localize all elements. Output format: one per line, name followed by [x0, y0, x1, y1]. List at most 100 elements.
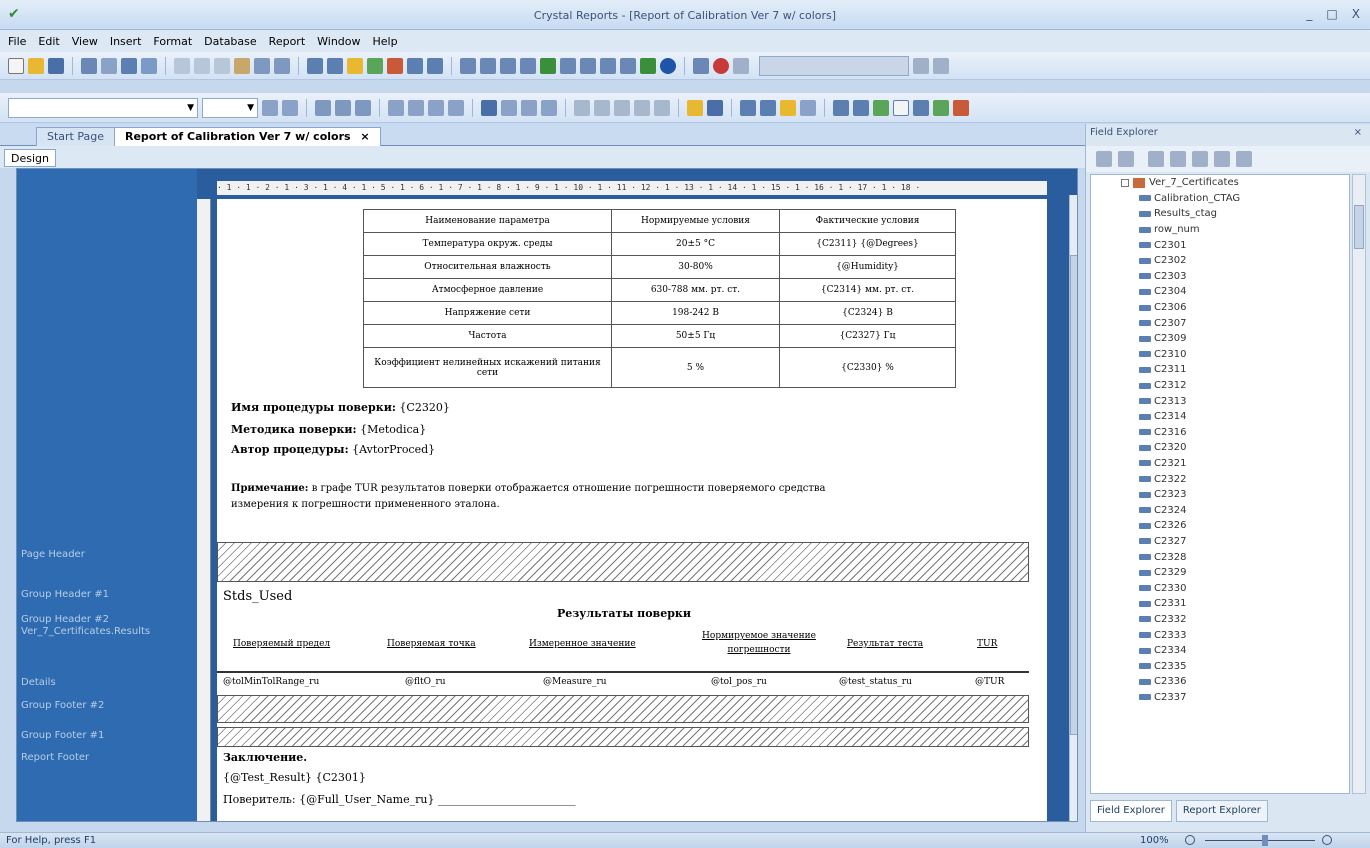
zoom-in-icon[interactable]: [1322, 835, 1332, 845]
field-item[interactable]: C2312: [1091, 378, 1349, 394]
save-icon[interactable]: [48, 57, 64, 74]
nav-prev-icon[interactable]: [733, 57, 749, 74]
page-header-suppressed[interactable]: [217, 542, 1029, 582]
conditions-table[interactable]: Наименование параметра Нормируемые услов…: [363, 209, 956, 388]
note-block[interactable]: Примечание: в графе TUR результатов пове…: [231, 481, 1031, 513]
author-field[interactable]: {AvtorProced}: [352, 443, 435, 456]
field-item[interactable]: C2335: [1091, 658, 1349, 674]
underline-icon[interactable]: [355, 99, 371, 116]
duplicate-icon[interactable]: [1192, 151, 1208, 167]
open-icon[interactable]: [28, 57, 44, 74]
field-item[interactable]: C2322: [1091, 471, 1349, 487]
detail-field[interactable]: @TUR: [975, 677, 1004, 687]
nav-last-icon[interactable]: [933, 57, 949, 74]
field-item[interactable]: C2336: [1091, 674, 1349, 690]
formula-icon[interactable]: [853, 99, 869, 116]
font-name-combo[interactable]: ▼: [8, 97, 198, 118]
new-icon[interactable]: [1148, 151, 1164, 167]
field-item[interactable]: C2333: [1091, 627, 1349, 643]
menu-view[interactable]: View: [72, 35, 98, 48]
report-vertical-scrollbar[interactable]: [1069, 195, 1077, 821]
field-item[interactable]: Results_ctag: [1091, 206, 1349, 222]
field-item[interactable]: C2334: [1091, 643, 1349, 659]
column-header[interactable]: Поверяемый предел: [233, 639, 330, 649]
field-item[interactable]: C2328: [1091, 549, 1349, 565]
section-label-group-footer-2[interactable]: Group Footer #2: [21, 700, 104, 711]
stds-used-field[interactable]: Stds_Used: [223, 589, 292, 604]
field-item[interactable]: C2304: [1091, 284, 1349, 300]
paste-icon[interactable]: [214, 57, 230, 74]
insert-group-icon[interactable]: [687, 99, 703, 116]
decimal-add-icon[interactable]: [634, 99, 650, 116]
edit-icon[interactable]: [1170, 151, 1186, 167]
section-label-group-header-2[interactable]: Group Header #2: [21, 614, 109, 625]
field-item[interactable]: C2302: [1091, 253, 1349, 269]
collapse-icon[interactable]: [1121, 178, 1129, 187]
field-item[interactable]: C2313: [1091, 393, 1349, 409]
summary-icon[interactable]: [500, 57, 516, 74]
box-icon[interactable]: [600, 57, 616, 74]
detail-field[interactable]: @Measure_ru: [543, 677, 607, 687]
tab-field-explorer[interactable]: Field Explorer: [1090, 800, 1172, 822]
cross-tab-icon[interactable]: [520, 57, 536, 74]
align-center-icon[interactable]: [408, 99, 424, 116]
field-item[interactable]: C2330: [1091, 580, 1349, 596]
suppress-icon[interactable]: [521, 99, 537, 116]
picture-icon[interactable]: [620, 57, 636, 74]
field-item[interactable]: C2324: [1091, 502, 1349, 518]
field-item[interactable]: C2307: [1091, 315, 1349, 331]
justify-icon[interactable]: [448, 99, 464, 116]
close-button[interactable]: X: [1352, 7, 1360, 21]
sort-asc-icon[interactable]: [740, 99, 756, 116]
field-item[interactable]: C2323: [1091, 487, 1349, 503]
select-expert-icon[interactable]: [347, 57, 363, 74]
insert-text-icon[interactable]: [480, 57, 496, 74]
field-tree-scrollbar[interactable]: [1352, 174, 1366, 794]
ole-icon[interactable]: [560, 57, 576, 74]
database-icon[interactable]: [833, 99, 849, 116]
field-item[interactable]: C2303: [1091, 269, 1349, 285]
menu-edit[interactable]: Edit: [38, 35, 59, 48]
bold-icon[interactable]: [315, 99, 331, 116]
borders-icon[interactable]: [501, 99, 517, 116]
sql-expression-icon[interactable]: [953, 99, 969, 116]
new-icon[interactable]: [8, 57, 24, 74]
italic-icon[interactable]: [335, 99, 351, 116]
print-icon[interactable]: [81, 57, 97, 74]
insert-subreport-icon[interactable]: [707, 99, 723, 116]
section-label-details[interactable]: Details: [21, 677, 56, 688]
scroll-thumb[interactable]: [1354, 205, 1364, 249]
export-icon[interactable]: [121, 57, 137, 74]
section-label-page-header[interactable]: Page Header: [21, 549, 85, 560]
cut-icon[interactable]: [174, 57, 190, 74]
align-left-icon[interactable]: [388, 99, 404, 116]
decimal-remove-icon[interactable]: [654, 99, 670, 116]
detail-field[interactable]: @fltO_ru: [405, 677, 446, 687]
field-item[interactable]: Calibration_CTAG: [1091, 191, 1349, 207]
help-icon[interactable]: [660, 57, 676, 74]
menu-file[interactable]: File: [8, 35, 26, 48]
group-footer-2-suppressed[interactable]: [217, 695, 1029, 723]
tab-report[interactable]: Report of Calibration Ver 7 w/ colors ×: [114, 127, 381, 146]
line-icon[interactable]: [580, 57, 596, 74]
detail-field[interactable]: @tolMinTolRange_ru: [223, 677, 319, 687]
text-object-icon[interactable]: [893, 99, 909, 116]
method-field[interactable]: {Metodica}: [360, 423, 426, 436]
find-icon[interactable]: [427, 57, 443, 74]
font-size-combo[interactable]: ▼: [202, 97, 258, 118]
undo-icon[interactable]: [254, 57, 270, 74]
database-expert-icon[interactable]: [407, 57, 423, 74]
menu-format[interactable]: Format: [153, 35, 192, 48]
test-result-field[interactable]: {@Test_Result} {C2301}: [223, 771, 366, 784]
group-footer-1-suppressed[interactable]: [217, 727, 1029, 747]
field-item[interactable]: C2326: [1091, 518, 1349, 534]
filter-icon[interactable]: [1096, 151, 1112, 167]
browse-icon[interactable]: [1118, 151, 1134, 167]
redo-icon[interactable]: [274, 57, 290, 74]
tab-start-page[interactable]: Start Page: [36, 127, 115, 146]
section-label-group-footer-1[interactable]: Group Footer #1: [21, 730, 104, 741]
copy-icon[interactable]: [194, 57, 210, 74]
column-header[interactable]: Результат теста: [847, 639, 923, 649]
format-painter-icon[interactable]: [234, 57, 250, 74]
field-item[interactable]: C2311: [1091, 362, 1349, 378]
